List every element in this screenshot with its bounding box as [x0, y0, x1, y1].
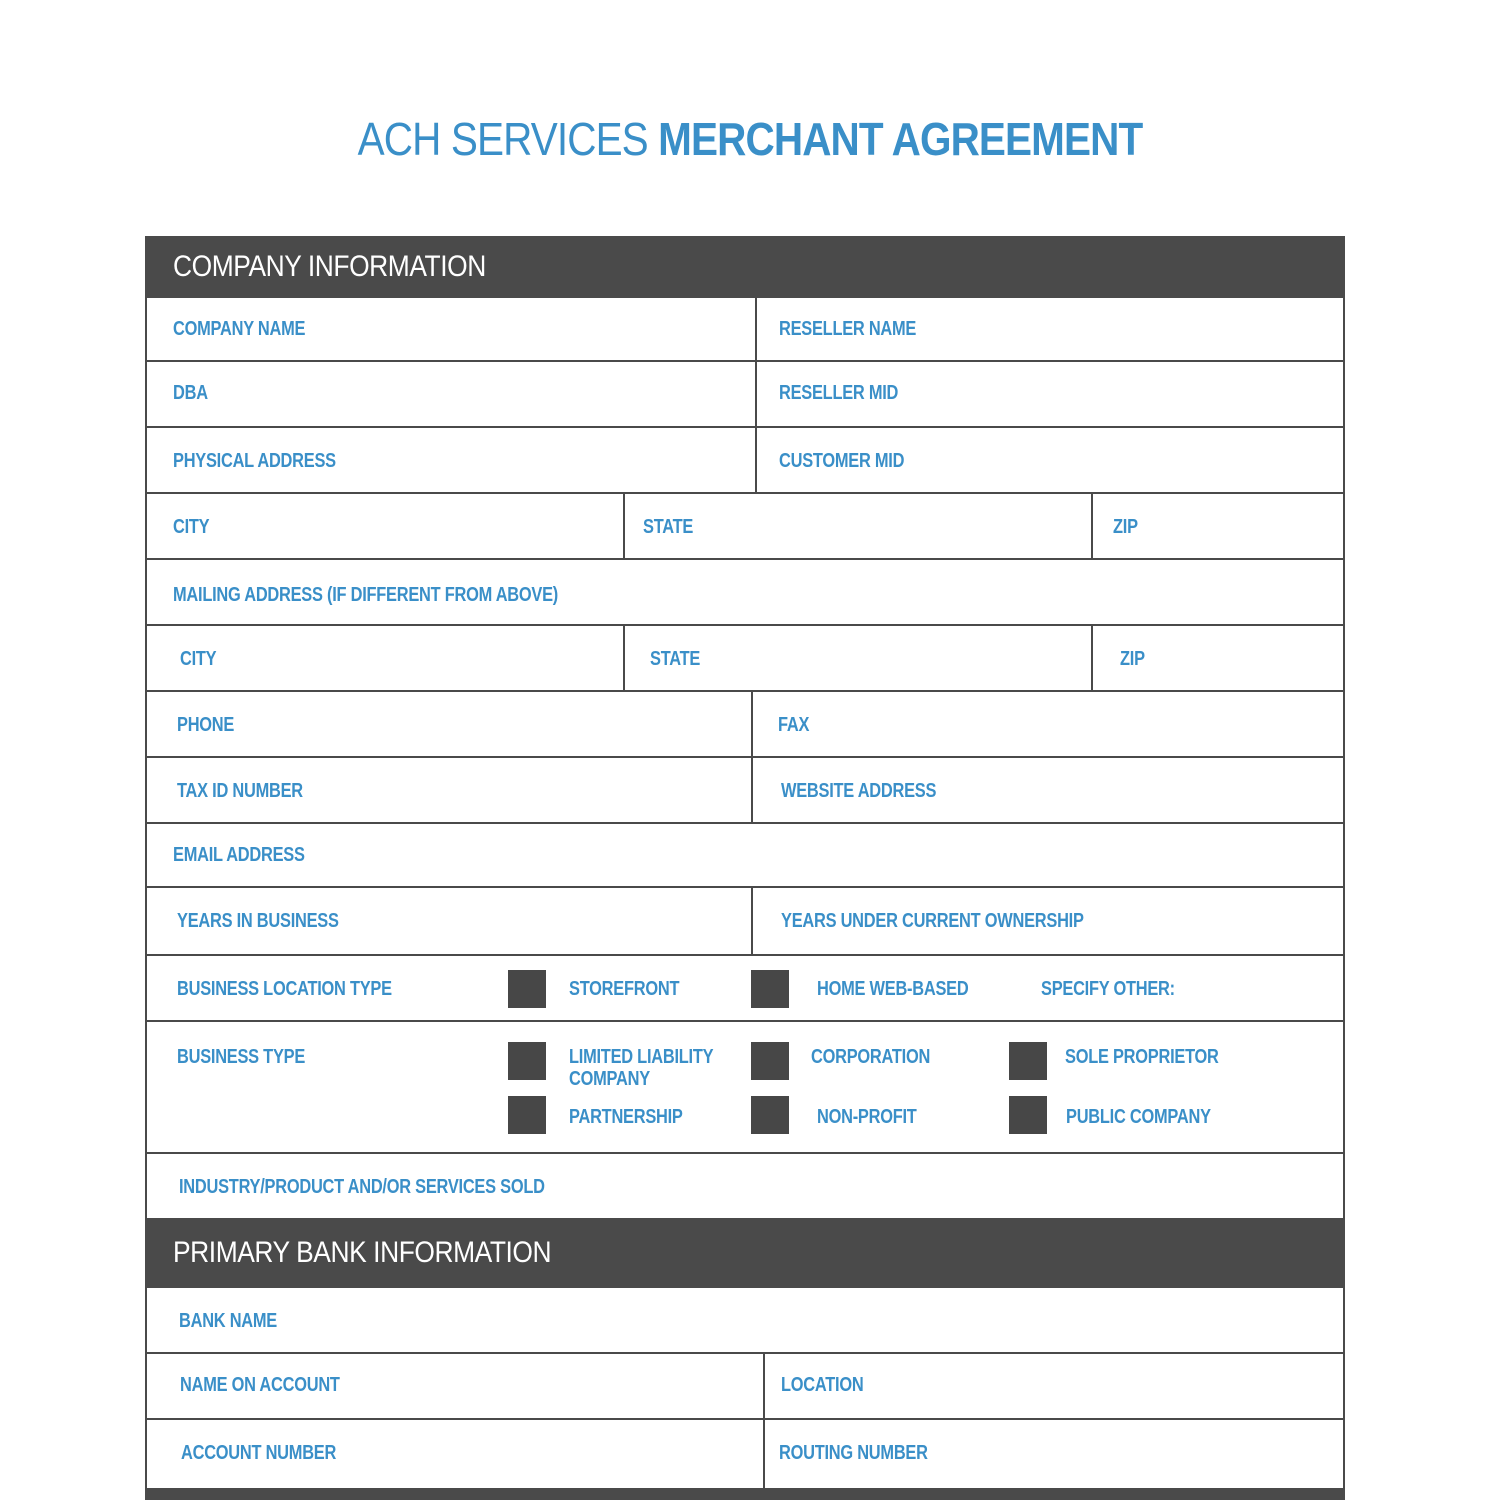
mailing-state-field[interactable]: STATE — [623, 626, 1095, 690]
public-company-checkbox[interactable] — [1009, 1096, 1047, 1134]
row-bank-name: BANK NAME — [145, 1288, 1345, 1354]
website-field[interactable]: WEBSITE ADDRESS — [751, 758, 1343, 822]
storefront-checkbox[interactable] — [508, 970, 546, 1008]
account-number-field[interactable]: ACCOUNT NUMBER — [147, 1420, 765, 1488]
mailing-address-field[interactable]: MAILING ADDRESS (IF DIFFERENT FROM ABOVE… — [147, 560, 1343, 624]
business-type-label: BUSINESS TYPE — [177, 1046, 306, 1068]
storefront-label: STOREFRONT — [569, 978, 680, 1000]
row-mailing-address: MAILING ADDRESS (IF DIFFERENT FROM ABOVE… — [145, 560, 1345, 626]
partnership-checkbox[interactable] — [508, 1096, 546, 1134]
llc-label-line2: COMPANY — [569, 1068, 650, 1090]
reseller-mid-field[interactable]: RESELLER MID — [755, 362, 1343, 426]
physical-address-field[interactable]: PHYSICAL ADDRESS — [147, 428, 757, 492]
industry-field[interactable]: INDUSTRY/PRODUCT AND/OR SERVICES SOLD — [147, 1154, 1343, 1218]
row-industry: INDUSTRY/PRODUCT AND/OR SERVICES SOLD — [145, 1154, 1345, 1218]
row-email: EMAIL ADDRESS — [145, 824, 1345, 888]
llc-checkbox[interactable] — [508, 1042, 546, 1080]
phone-field[interactable]: PHONE — [147, 692, 753, 756]
title-bold: MERCHANT AGREEMENT — [658, 113, 1143, 165]
non-profit-checkbox[interactable] — [751, 1096, 789, 1134]
sole-proprietor-label: SOLE PROPRIETOR — [1065, 1046, 1219, 1068]
name-on-account-field[interactable]: NAME ON ACCOUNT — [147, 1354, 765, 1418]
mailing-zip-field[interactable]: ZIP — [1091, 626, 1343, 690]
row-account-number: ACCOUNT NUMBER ROUTING NUMBER — [145, 1420, 1345, 1488]
document-title: ACH SERVICES MERCHANT AGREEMENT — [90, 112, 1410, 166]
state-field[interactable]: STATE — [623, 494, 1095, 558]
row-physical-address: PHYSICAL ADDRESS CUSTOMER MID — [145, 428, 1345, 494]
dba-field[interactable]: DBA — [147, 362, 757, 426]
public-company-label: PUBLIC COMPANY — [1066, 1106, 1211, 1128]
merchant-agreement-form: COMPANY INFORMATION COMPANY NAME RESELLE… — [145, 236, 1345, 1488]
company-name-field[interactable]: COMPANY NAME — [147, 298, 757, 360]
row-city-state-zip: CITY STATE ZIP — [145, 494, 1345, 560]
row-mailing-city-state-zip: CITY STATE ZIP — [145, 626, 1345, 692]
primary-bank-information-header: PRIMARY BANK INFORMATION — [145, 1218, 1345, 1288]
city-field[interactable]: CITY — [147, 494, 625, 558]
mailing-city-field[interactable]: CITY — [147, 626, 625, 690]
routing-number-field[interactable]: ROUTING NUMBER — [763, 1420, 1343, 1488]
years-in-business-field[interactable]: YEARS IN BUSINESS — [147, 888, 753, 954]
title-light: ACH SERVICES — [357, 113, 649, 165]
row-name-on-account: NAME ON ACCOUNT LOCATION — [145, 1354, 1345, 1420]
reseller-name-field[interactable]: RESELLER NAME — [755, 298, 1343, 360]
corporation-label: CORPORATION — [811, 1046, 931, 1068]
email-field[interactable]: EMAIL ADDRESS — [147, 824, 1343, 886]
row-tax-id: TAX ID NUMBER WEBSITE ADDRESS — [145, 758, 1345, 824]
customer-mid-field[interactable]: CUSTOMER MID — [755, 428, 1343, 492]
zip-field[interactable]: ZIP — [1091, 494, 1343, 558]
sole-proprietor-checkbox[interactable] — [1009, 1042, 1047, 1080]
bank-name-field[interactable]: BANK NAME — [147, 1288, 1343, 1352]
row-business-type: BUSINESS TYPE LIMITED LIABILITY COMPANY … — [145, 1022, 1345, 1154]
non-profit-label: NON-PROFIT — [817, 1106, 917, 1128]
corporation-checkbox[interactable] — [751, 1042, 789, 1080]
next-section-header-edge — [145, 1488, 1345, 1500]
llc-label-line1: LIMITED LIABILITY — [569, 1046, 714, 1068]
tax-id-field[interactable]: TAX ID NUMBER — [147, 758, 753, 822]
row-years: YEARS IN BUSINESS YEARS UNDER CURRENT OW… — [145, 888, 1345, 956]
row-business-location-type: BUSINESS LOCATION TYPE STOREFRONT HOME W… — [145, 956, 1345, 1022]
partnership-label: PARTNERSHIP — [569, 1106, 683, 1128]
business-location-type-label: BUSINESS LOCATION TYPE — [177, 978, 392, 1000]
location-field[interactable]: LOCATION — [763, 1354, 1343, 1418]
row-company-name: COMPANY NAME RESELLER NAME — [145, 298, 1345, 362]
years-ownership-field[interactable]: YEARS UNDER CURRENT OWNERSHIP — [751, 888, 1343, 954]
company-information-header: COMPANY INFORMATION — [145, 236, 1345, 298]
fax-field[interactable]: FAX — [751, 692, 1343, 756]
home-web-based-label: HOME WEB-BASED — [817, 978, 969, 1000]
row-phone: PHONE FAX — [145, 692, 1345, 758]
home-web-based-checkbox[interactable] — [751, 970, 789, 1008]
specify-other-field[interactable]: SPECIFY OTHER: — [1041, 978, 1175, 1001]
row-dba: DBA RESELLER MID — [145, 362, 1345, 428]
